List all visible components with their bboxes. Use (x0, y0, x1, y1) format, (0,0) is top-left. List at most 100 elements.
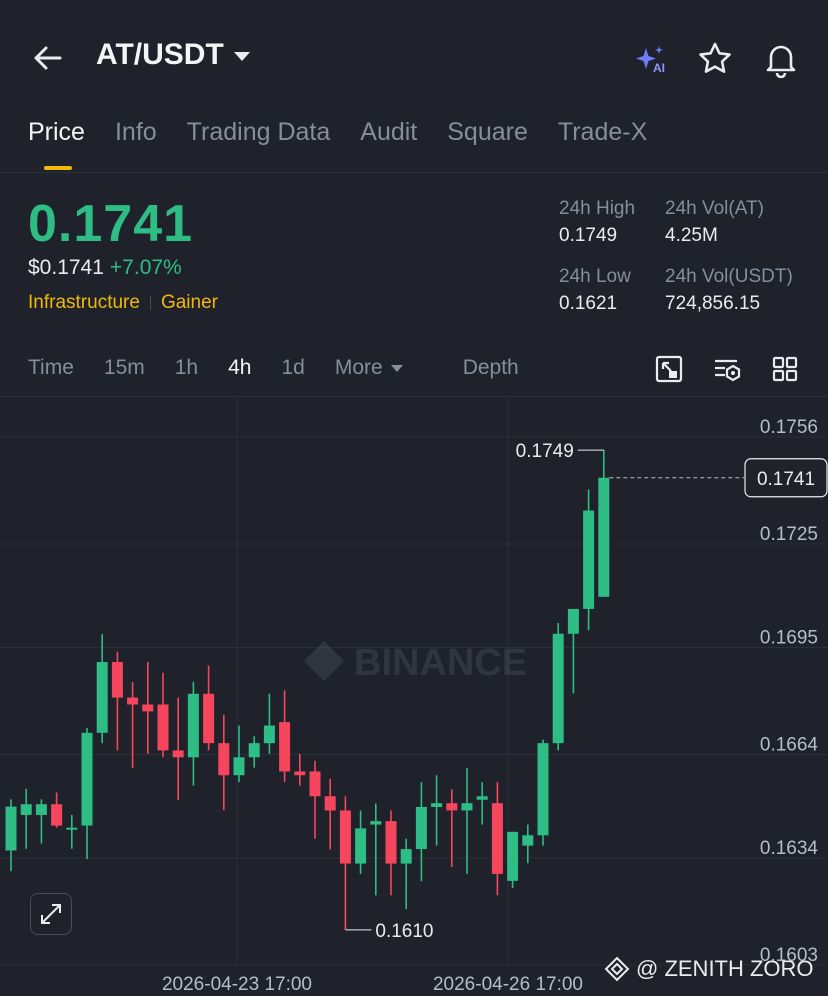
y-tick-label: 0.1695 (760, 628, 818, 649)
y-tick-label: 0.1725 (760, 524, 818, 545)
candle-body (415, 806, 427, 850)
watermark-text: BINANCE (354, 642, 527, 684)
watermark-credit: @ ZENITH ZORO (636, 956, 814, 981)
tab-trade-x[interactable]: Trade-X (558, 118, 647, 147)
x-tick-label: 2026-04-26 17:00 (433, 974, 583, 995)
price-change: +7.07% (109, 256, 182, 279)
interval-more[interactable]: More (335, 356, 433, 380)
candle-body (81, 732, 93, 826)
tags: Infrastructure Gainer (28, 292, 218, 314)
candle-body (491, 803, 503, 874)
candlestick-chart[interactable]: BINANCE 0.1749 0.1610 0.1741 0.1756 0.1725 0… (0, 396, 828, 996)
candle-body (203, 693, 215, 744)
stat-vol-base-label: 24h Vol(AT) (665, 198, 764, 219)
candle-body (598, 477, 610, 597)
tab-price[interactable]: Price (28, 118, 85, 147)
candle-body (385, 821, 397, 864)
active-tab-indicator (44, 166, 72, 170)
chevron-down-icon (233, 51, 250, 61)
more-label: More (334, 356, 383, 379)
candle-body (263, 725, 275, 744)
divider (0, 172, 828, 173)
interval-4h[interactable]: 4h (228, 356, 251, 380)
tab-square[interactable]: Square (447, 118, 528, 147)
candle-body (127, 697, 139, 705)
candle-body (583, 510, 595, 609)
tab-bar: Price Info Trading Data Audit Square Tra… (28, 118, 647, 147)
y-tick-label: 0.1634 (760, 838, 819, 859)
candle-body (142, 704, 154, 712)
candle-body (461, 803, 473, 811)
candle-body (355, 828, 367, 864)
pair-title: AT/USDT (96, 38, 224, 71)
max-price-label: 0.1749 (516, 441, 574, 462)
candle-body (537, 743, 549, 836)
candle-body (66, 827, 78, 830)
x-axis: 2026-04-23 17:00 2026-04-26 17:00 (162, 974, 583, 995)
candle-body (370, 821, 382, 825)
candle-body (96, 662, 108, 733)
last-price-tag-label: 0.1741 (757, 469, 815, 490)
candle-body (233, 757, 245, 776)
star-icon[interactable] (696, 40, 734, 78)
layout-grid-icon[interactable] (770, 354, 800, 384)
y-tick-label: 0.1664 (760, 734, 819, 755)
stat-low-value: 0.1621 (559, 293, 618, 314)
depth-tab[interactable]: Depth (463, 356, 519, 380)
stat-low-label: 24h Low (559, 266, 631, 287)
candle-body (476, 796, 488, 800)
tag-gainer[interactable]: Gainer (161, 292, 218, 314)
binance-logo-icon (604, 956, 630, 982)
candle-body (294, 771, 306, 776)
bell-icon[interactable] (762, 40, 800, 79)
expand-chart-button[interactable] (30, 893, 72, 935)
stat-high-label: 24h High (559, 198, 636, 219)
fullscreen-chart-icon[interactable] (654, 354, 684, 384)
candle-body (218, 743, 230, 776)
interval-1h[interactable]: 1h (175, 356, 198, 380)
tab-trading-data[interactable]: Trading Data (187, 118, 331, 147)
pair-selector[interactable]: AT/USDT (96, 38, 250, 72)
candle-body (111, 662, 123, 698)
candle-body (522, 835, 534, 846)
interval-time[interactable]: Time (28, 356, 74, 380)
candle-body (552, 633, 564, 744)
chevron-down-icon (390, 364, 403, 372)
interval-1d[interactable]: 1d (281, 356, 304, 380)
tab-audit[interactable]: Audit (360, 118, 417, 147)
interval-bar: Time 15m 1h 4h 1d More Depth (28, 356, 549, 380)
usd-price: $0.1741 (28, 256, 104, 279)
min-price-label: 0.1610 (375, 921, 433, 942)
ai-sparkle-icon[interactable]: AI (632, 40, 670, 78)
interval-15m[interactable]: 15m (104, 356, 145, 380)
candle-body (567, 608, 579, 634)
candle-body (248, 743, 260, 758)
candle-body (507, 831, 519, 881)
indicator-settings-icon[interactable] (712, 354, 742, 384)
candle-body (324, 796, 336, 811)
author-watermark: @ ZENITH ZORO (604, 956, 814, 982)
x-tick-label: 2026-04-23 17:00 (162, 974, 312, 995)
candle-body (279, 722, 291, 772)
stat-high-value: 0.1749 (559, 225, 618, 246)
back-arrow-icon[interactable] (30, 40, 66, 76)
candle-body (309, 771, 321, 797)
candle-body (172, 750, 184, 758)
expand-icon (41, 904, 61, 924)
candle-body (157, 704, 169, 751)
candle-body (446, 803, 458, 811)
tag-infrastructure[interactable]: Infrastructure (28, 292, 140, 314)
tag-divider (149, 296, 151, 310)
stat-vol-quote-value: 724,856.15 (665, 293, 761, 314)
y-tick-label: 0.1756 (760, 417, 818, 438)
candle-body (20, 804, 32, 815)
usd-price-line: $0.1741 +7.07% (28, 256, 182, 280)
candle-body (187, 693, 199, 758)
candle-body (35, 804, 47, 815)
stat-vol-quote-label: 24h Vol(USDT) (665, 266, 793, 287)
svg-text:AI: AI (653, 61, 665, 75)
candle-body (400, 849, 412, 864)
candle-body (5, 806, 17, 851)
tab-info[interactable]: Info (115, 118, 157, 147)
last-price: 0.1741 (28, 195, 194, 253)
